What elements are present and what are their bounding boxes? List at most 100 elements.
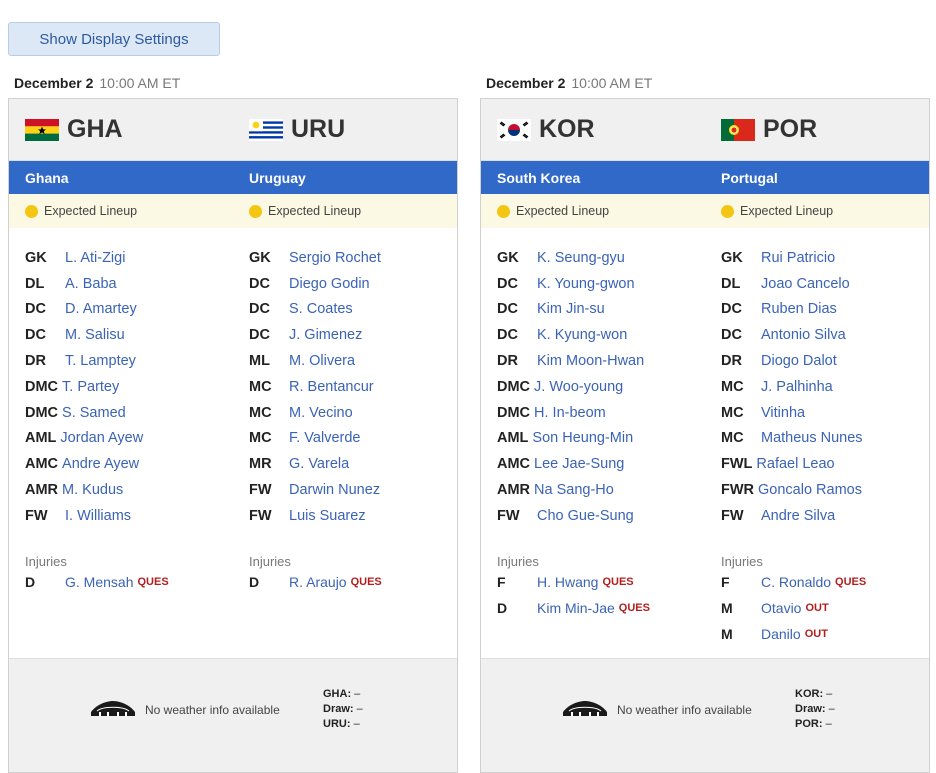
home-team[interactable]: KOR: [481, 115, 705, 144]
player-link[interactable]: G. Varela: [289, 456, 349, 472]
injury-status: QUES: [137, 575, 169, 588]
player-link[interactable]: T. Partey: [62, 379, 119, 395]
player-link[interactable]: C. Ronaldo: [761, 574, 831, 590]
player-link[interactable]: Ruben Dias: [761, 301, 837, 317]
position: FWL: [721, 456, 753, 473]
lineup-row: DC M. Salisu: [25, 322, 233, 348]
show-display-settings-button[interactable]: Show Display Settings: [8, 22, 220, 56]
position: DC: [25, 327, 46, 344]
position: GK: [249, 249, 271, 266]
player-link[interactable]: Jordan Ayew: [60, 430, 143, 446]
player-link[interactable]: Darwin Nunez: [289, 482, 380, 498]
player-link[interactable]: R. Araujo: [289, 574, 347, 590]
player-link[interactable]: Antonio Silva: [761, 327, 846, 343]
lineup-card: GHA URU Ghana Uruguay Expected Lineup Ex…: [8, 98, 458, 773]
player-link[interactable]: Kim Min-Jae: [537, 600, 615, 616]
player-link[interactable]: M. Olivera: [289, 353, 355, 369]
home-team-name: Ghana: [25, 169, 69, 186]
position: DC: [721, 301, 742, 318]
player-link[interactable]: G. Mensah: [65, 574, 133, 590]
player-link[interactable]: Vitinha: [761, 405, 805, 421]
player-link[interactable]: H. Hwang: [537, 574, 598, 590]
weather-text: No weather info available: [617, 702, 752, 717]
away-team-name: Uruguay: [249, 169, 306, 186]
injury-status: QUES: [835, 575, 867, 588]
player-link[interactable]: Cho Gue-Sung: [537, 508, 634, 524]
lineup-row: AMR Na Sang-Ho: [497, 477, 705, 503]
player-link[interactable]: T. Lamptey: [65, 353, 136, 369]
player-link[interactable]: S. Coates: [289, 301, 353, 317]
lineup-row: ML M. Olivera: [249, 348, 457, 374]
position: AML: [25, 430, 57, 447]
status-dot-icon: [721, 204, 734, 218]
team-name-bar: Ghana Uruguay: [9, 161, 457, 194]
player-link[interactable]: M. Kudus: [62, 482, 123, 498]
weather-info: No weather info available: [561, 699, 752, 720]
player-link[interactable]: Sergio Rochet: [289, 250, 381, 266]
position: GK: [25, 249, 47, 266]
injury-status: QUES: [618, 601, 650, 614]
player-link[interactable]: Rui Patricio: [761, 250, 835, 266]
lineup-row: DC Diego Godin: [249, 271, 457, 297]
player-link[interactable]: D. Amartey: [65, 301, 137, 317]
player-link[interactable]: Diogo Dalot: [761, 353, 837, 369]
player-link[interactable]: M. Salisu: [65, 327, 125, 343]
player-link[interactable]: Lee Jae-Sung: [534, 456, 624, 472]
player-link[interactable]: J. Palhinha: [761, 379, 833, 395]
player-link[interactable]: Kim Moon-Hwan: [537, 353, 644, 369]
player-link[interactable]: Son Heung-Min: [532, 430, 633, 446]
odds-label: Draw:: [795, 703, 826, 715]
player-link[interactable]: J. Woo-young: [534, 379, 623, 395]
player-link[interactable]: Joao Cancelo: [761, 276, 850, 292]
player-link[interactable]: K. Young-gwon: [537, 276, 635, 292]
position: MC: [721, 404, 744, 421]
player-link[interactable]: Rafael Leao: [756, 456, 834, 472]
player-link[interactable]: S. Samed: [62, 405, 126, 421]
player-link[interactable]: I. Williams: [65, 508, 131, 524]
lineup-row: DMC T. Partey: [25, 374, 233, 400]
position: D: [497, 599, 508, 616]
lineup-row: DMC J. Woo-young: [497, 374, 705, 400]
player-link[interactable]: Matheus Nunes: [761, 430, 863, 446]
player-link[interactable]: Goncalo Ramos: [758, 482, 862, 498]
lineup-row: DC K. Kyung-won: [497, 322, 705, 348]
player-link[interactable]: Otavio: [761, 600, 801, 616]
player-link[interactable]: Diego Godin: [289, 276, 370, 292]
lineup-row: DR Kim Moon-Hwan: [497, 348, 705, 374]
injury-row: D Kim Min-Jae QUES: [497, 595, 705, 621]
game-time: 10:00 AM ET: [99, 75, 181, 91]
player-link[interactable]: Luis Suarez: [289, 508, 366, 524]
player-link[interactable]: Kim Jin-su: [537, 301, 605, 317]
lineup-row: AML Son Heung-Min: [497, 426, 705, 452]
lineup-row: FW Cho Gue-Sung: [497, 503, 705, 529]
player-link[interactable]: H. In-beom: [534, 405, 606, 421]
player-link[interactable]: K. Kyung-won: [537, 327, 627, 343]
player-link[interactable]: F. Valverde: [289, 430, 360, 446]
injury-row: F C. Ronaldo QUES: [721, 569, 929, 595]
position: DR: [721, 353, 742, 370]
player-link[interactable]: Andre Ayew: [62, 456, 139, 472]
injury-row: D G. Mensah QUES: [25, 569, 233, 595]
player-link[interactable]: K. Seung-gyu: [537, 250, 625, 266]
position: F: [497, 573, 506, 590]
player-link[interactable]: L. Ati-Zigi: [65, 250, 125, 266]
injury-row: M Otavio OUT: [721, 595, 929, 621]
position: DMC: [497, 378, 531, 395]
lineup-card: KOR POR South Korea Portugal Expected Li…: [480, 98, 930, 773]
home-team[interactable]: GHA: [9, 115, 233, 144]
odds-value: –: [354, 688, 361, 700]
away-team[interactable]: URU: [233, 115, 457, 144]
player-link[interactable]: Andre Silva: [761, 508, 835, 524]
player-link[interactable]: Na Sang-Ho: [534, 482, 614, 498]
player-link[interactable]: M. Vecino: [289, 405, 353, 421]
expected-lineup-label: Expected Lineup: [740, 204, 834, 218]
away-team[interactable]: POR: [705, 115, 929, 144]
player-link[interactable]: A. Baba: [65, 276, 117, 292]
position: F: [721, 573, 730, 590]
player-link[interactable]: R. Bentancur: [289, 379, 374, 395]
player-link[interactable]: Danilo: [761, 626, 801, 642]
position: DMC: [25, 404, 59, 421]
injuries-label: Injuries: [497, 553, 539, 569]
lineup-row: FWL Rafael Leao: [721, 451, 929, 477]
player-link[interactable]: J. Gimenez: [289, 327, 362, 343]
